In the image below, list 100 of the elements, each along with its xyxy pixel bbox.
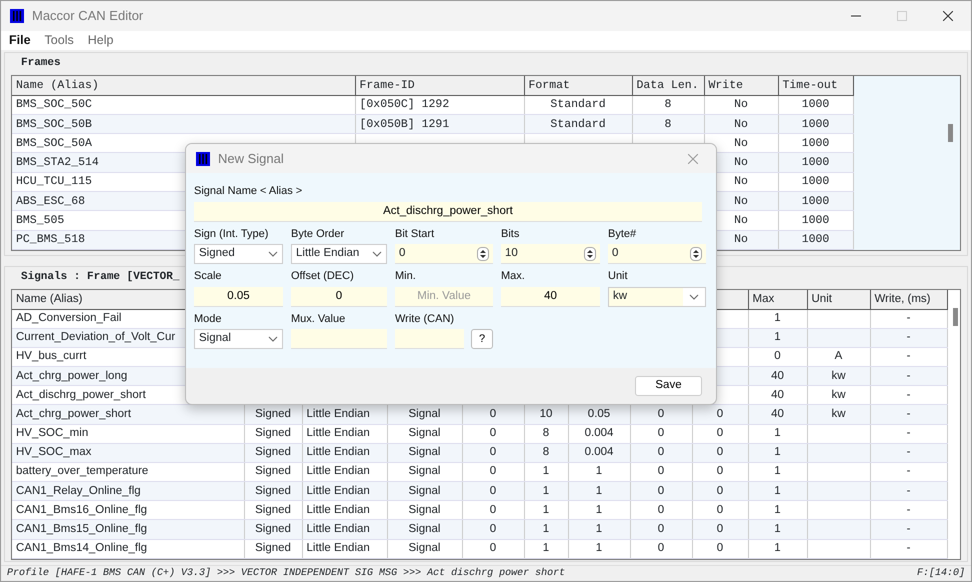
input-field[interactable]: [291, 329, 387, 349]
scrollbar-thumb[interactable]: [948, 124, 953, 142]
spinner-icon[interactable]: [584, 246, 596, 260]
table-cell: 0: [692, 520, 748, 540]
spin-field[interactable]: 10: [501, 244, 600, 264]
input-field[interactable]: 0.05: [194, 286, 283, 306]
table-cell: BMS_SOC_50C: [12, 95, 355, 114]
menu-item[interactable]: Tools: [44, 31, 74, 50]
table-cell: 40: [748, 404, 807, 424]
table-cell: 1: [748, 328, 807, 348]
dropdown[interactable]: Little Endian: [291, 244, 387, 264]
spin-field[interactable]: 0: [608, 244, 706, 264]
help-button[interactable]: ?: [471, 329, 493, 349]
app-icon: [10, 9, 24, 23]
table-cell: 1: [568, 520, 630, 540]
table-cell: 0: [692, 482, 748, 501]
field-label: Mode: [194, 312, 223, 326]
table-cell: -: [870, 366, 947, 386]
dropdown[interactable]: Signal: [194, 329, 283, 349]
column-header[interactable]: Format: [524, 76, 632, 96]
table-cell: kw: [807, 404, 870, 424]
status-path: Profile [HAFE-1 BMS CAN (C+) V3.3] >>> VECTOR INDEPENDENT SIG MSG >>> Act dischrg power short: [7, 568, 566, 579]
input-field[interactable]: 0: [291, 286, 387, 306]
table-cell: 1: [748, 539, 807, 558]
field-label: Offset (DEC): [291, 269, 355, 284]
column-header[interactable]: Write: [704, 76, 778, 96]
table-cell: Signed: [244, 482, 302, 501]
close-icon[interactable]: [943, 11, 953, 21]
table-cell: 0: [692, 404, 748, 424]
table-cell: 1: [568, 539, 630, 558]
table-cell: Act_chrg_power_short: [12, 404, 244, 424]
table-cell: 1000: [778, 191, 853, 211]
menu-item[interactable]: Help: [88, 31, 114, 50]
table-cell: -: [870, 520, 947, 540]
save-button[interactable]: Save: [635, 376, 702, 396]
table-cell: 1000: [778, 152, 853, 172]
table-cell: Signal: [387, 520, 462, 540]
table-cell: Standard: [524, 114, 632, 134]
chevron-icon: [689, 294, 699, 300]
table-cell: 8: [524, 443, 568, 462]
table-cell: -: [870, 309, 947, 328]
column-header[interactable]: Frame-ID: [355, 76, 524, 96]
table-cell: 8: [524, 424, 568, 444]
table-cell: 1000: [778, 172, 853, 192]
input-field[interactable]: [395, 329, 464, 349]
table-cell: 1000: [778, 230, 853, 250]
dropdown[interactable]: kw: [608, 286, 706, 306]
column-header[interactable]: Data Len.: [632, 76, 704, 96]
spinner-icon[interactable]: [477, 246, 489, 260]
column-header[interactable]: Unit: [807, 290, 870, 310]
app-icon: [196, 152, 210, 166]
scrollbar-thumb[interactable]: [952, 308, 958, 326]
table-cell: kw: [807, 366, 870, 386]
table-cell: 0.05: [568, 404, 630, 424]
status-position: F:[14:0]: [916, 568, 965, 579]
spinner-icon[interactable]: [690, 246, 702, 260]
column-header[interactable]: Max: [748, 290, 807, 310]
table-cell: Little Endian: [302, 539, 387, 558]
chevron-icon: [268, 336, 278, 342]
table-cell: 1: [524, 482, 568, 501]
table-cell: -: [870, 404, 947, 424]
field-label: Scale: [194, 269, 223, 284]
spin-field[interactable]: 0: [395, 244, 493, 264]
name-field[interactable]: Act_dischrg_power_short: [194, 202, 702, 222]
table-cell: -: [870, 482, 947, 501]
column-header[interactable]: Time-out: [778, 76, 853, 96]
table-cell: Little Endian: [302, 404, 387, 424]
table-cell: Signed: [244, 520, 302, 540]
table-cell: 1: [748, 424, 807, 444]
menu-item[interactable]: File: [9, 31, 31, 50]
table-cell: Little Endian: [302, 443, 387, 462]
table-cell: BMS_SOC_50B: [12, 114, 355, 134]
table-cell: 0: [630, 443, 692, 462]
table-cell: 0: [462, 482, 524, 501]
table-cell: Signal: [387, 482, 462, 501]
table-cell: 1: [748, 443, 807, 462]
table-cell: -: [870, 328, 947, 348]
dropdown[interactable]: Signed: [194, 244, 283, 264]
table-cell: Signed: [244, 539, 302, 558]
table-cell: No: [704, 114, 778, 134]
table-cell: 1000: [778, 210, 853, 230]
field-label: Bits: [501, 226, 520, 242]
table-cell: 0: [462, 520, 524, 540]
table-cell: CAN1_Relay_Online_flg: [12, 482, 244, 501]
table-cell: 0: [462, 539, 524, 558]
table-cell: -: [870, 424, 947, 444]
column-header[interactable]: Write, (ms): [870, 290, 947, 310]
input-field[interactable]: Min. Value: [395, 286, 493, 306]
table-cell: HV_SOC_max: [12, 443, 244, 462]
input-field[interactable]: 40: [501, 286, 600, 306]
table-cell: 1000: [778, 114, 853, 134]
table-cell: 1: [748, 482, 807, 501]
column-header[interactable]: Name (Alias): [12, 76, 355, 96]
table-cell: 0: [462, 443, 524, 462]
table-cell: Signed: [244, 443, 302, 462]
field-label: Byte#: [608, 226, 638, 242]
window-title: Maccor CAN Editor: [32, 7, 144, 26]
table-cell: -: [870, 443, 947, 462]
field-label: Write (CAN): [395, 312, 456, 326]
table-cell: Signal: [387, 424, 462, 444]
